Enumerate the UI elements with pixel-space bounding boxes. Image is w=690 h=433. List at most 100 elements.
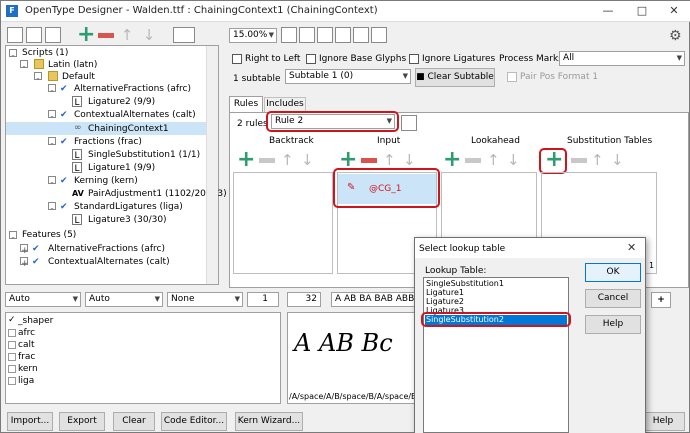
backtrack-list[interactable] <box>233 172 333 274</box>
ok-button[interactable]: OK <box>585 263 641 282</box>
preview-icon[interactable] <box>371 27 387 43</box>
fit-icon[interactable] <box>317 27 333 43</box>
spin-input[interactable]: 1 <box>247 292 279 307</box>
tree-feature[interactable]: AlternativeFractions (afrc) <box>74 83 191 95</box>
export-button[interactable]: Export <box>59 412 105 431</box>
tab-rules[interactable]: Rules <box>229 96 263 112</box>
feature-option[interactable]: kern <box>18 363 38 375</box>
checked-icon[interactable]: ✓ <box>8 315 16 325</box>
ignore-base-checkbox[interactable] <box>306 54 316 64</box>
substitution-down-icon[interactable]: ↓ <box>611 152 624 168</box>
input-down-icon[interactable]: ↓ <box>403 152 416 168</box>
remove-icon[interactable] <box>98 33 114 38</box>
zoom-out-icon[interactable] <box>299 27 315 43</box>
substitution-add-icon[interactable]: + <box>545 149 563 171</box>
collapse-icon[interactable]: - <box>34 72 42 84</box>
tree-feature[interactable]: StandardLigatures (liga) <box>74 201 183 213</box>
close-icon[interactable]: ✕ <box>657 1 690 22</box>
lookahead-remove-icon[interactable] <box>465 158 481 163</box>
backtrack-add-icon[interactable]: + <box>237 149 255 171</box>
rule-options-icon[interactable] <box>401 115 417 131</box>
minimize-icon[interactable]: — <box>591 1 625 22</box>
zoom-select[interactable]: 15.00% ▼ <box>229 28 277 43</box>
collapse-icon[interactable]: - <box>48 137 56 149</box>
zoom-in-icon[interactable] <box>281 27 297 43</box>
collapse-icon[interactable]: - <box>48 110 56 122</box>
code-editor-button[interactable]: Code Editor... <box>161 412 227 431</box>
move-down-icon[interactable]: ↓ <box>141 27 157 43</box>
tree-feature[interactable]: Kerning (kern) <box>74 175 138 187</box>
tree-feature[interactable]: ContextualAlternates (calt) <box>48 256 170 268</box>
tree-latin[interactable]: Latin (latn) <box>48 59 97 71</box>
ignore-ligatures-checkbox[interactable] <box>409 54 419 64</box>
tree-feature[interactable]: ContextualAlternates (calt) <box>74 109 196 121</box>
gear-icon[interactable]: ⚙ <box>669 28 682 44</box>
collapse-icon[interactable]: - <box>48 202 56 214</box>
feature-option[interactable]: liga <box>18 375 34 387</box>
input-up-icon[interactable]: ↑ <box>383 152 396 168</box>
subtable-select[interactable]: Subtable 1 (0) ▼ <box>285 69 411 84</box>
tree-default[interactable]: Default <box>62 71 95 83</box>
collapse-icon[interactable]: - <box>48 176 56 188</box>
feature-checkbox[interactable] <box>8 329 16 337</box>
new-lookup-icon[interactable] <box>45 27 61 43</box>
layout-menu-icon[interactable] <box>173 27 195 43</box>
substitution-remove-icon[interactable] <box>571 158 587 163</box>
substitution-up-icon[interactable]: ↑ <box>591 152 604 168</box>
sample-text-input[interactable]: A AB BA BAB ABBA <box>331 292 417 307</box>
glyph-view-icon[interactable] <box>335 27 351 43</box>
clear-button[interactable]: Clear <box>113 412 155 431</box>
tree-feature[interactable]: Fractions (frac) <box>74 136 142 148</box>
check-icon[interactable]: ✔ <box>32 256 42 267</box>
shaper-select[interactable]: Auto ▼ <box>5 292 81 307</box>
dialog-close-icon[interactable]: ✕ <box>627 241 636 254</box>
new-script-icon[interactable] <box>7 27 23 43</box>
dialog-help-button[interactable]: Help <box>585 315 641 334</box>
rule-select[interactable]: Rule 2 ▼ <box>271 114 395 129</box>
tree-lookup[interactable]: SingleSubstitution1 (1/1) <box>88 149 200 161</box>
pair-pos-checkbox[interactable] <box>507 72 517 82</box>
feature-checkbox[interactable] <box>8 353 16 361</box>
check-icon[interactable]: ✔ <box>60 201 70 212</box>
process-marks-select[interactable]: All ▼ <box>559 51 685 66</box>
backtrack-remove-icon[interactable] <box>259 158 275 163</box>
input-add-icon[interactable]: + <box>339 149 357 171</box>
tab-includes[interactable]: Includes <box>264 97 306 112</box>
new-feature-icon[interactable] <box>26 27 42 43</box>
tree-lookup[interactable]: Ligature1 (9/9) <box>88 162 155 174</box>
feature-option[interactable]: _shaper <box>18 315 53 327</box>
tree-feature[interactable]: AlternativeFractions (afrc) <box>48 243 165 255</box>
collapse-icon[interactable]: - <box>9 49 17 61</box>
kern-wizard-button[interactable]: Kern Wizard... <box>235 412 303 431</box>
feature-option[interactable]: afrc <box>18 327 35 339</box>
feature-option[interactable]: frac <box>18 351 35 363</box>
mode-select[interactable]: None ▼ <box>167 292 243 307</box>
check-icon[interactable]: ✔ <box>60 136 70 147</box>
backtrack-down-icon[interactable]: ↓ <box>301 152 314 168</box>
help-button[interactable]: Help <box>641 412 685 431</box>
direction-select[interactable]: Auto ▼ <box>85 292 163 307</box>
maximize-icon[interactable]: □ <box>625 1 659 22</box>
kern-view-icon[interactable] <box>353 27 369 43</box>
input-remove-icon[interactable] <box>361 158 377 163</box>
lookup-table-list[interactable]: SingleSubstitution1 Ligature1 Ligature2 … <box>423 277 569 433</box>
lookahead-up-icon[interactable]: ↑ <box>487 152 500 168</box>
feature-checkbox[interactable] <box>8 377 16 385</box>
tree-features[interactable]: Features (5) <box>22 229 76 241</box>
add-sample-icon[interactable]: + <box>651 292 671 308</box>
add-icon[interactable]: + <box>77 24 95 46</box>
feature-checkbox[interactable] <box>8 341 16 349</box>
tree-lookup[interactable]: Ligature2 (9/9) <box>88 96 155 108</box>
size-input[interactable]: 32 <box>287 292 321 307</box>
check-icon[interactable]: ✔ <box>32 243 42 254</box>
tree-scripts[interactable]: Scripts (1) <box>22 47 68 59</box>
collapse-icon[interactable]: - <box>48 84 56 96</box>
tree-scrollbar[interactable] <box>206 46 218 284</box>
feature-option[interactable]: calt <box>18 339 35 351</box>
check-icon[interactable]: ✔ <box>60 83 70 94</box>
tree-lookup-selected[interactable]: ChainingContext1 <box>88 123 169 135</box>
feature-checkbox[interactable] <box>8 365 16 373</box>
expand-icon[interactable]: + <box>20 244 29 256</box>
lookahead-add-icon[interactable]: + <box>443 149 461 171</box>
collapse-icon[interactable]: - <box>20 60 28 72</box>
